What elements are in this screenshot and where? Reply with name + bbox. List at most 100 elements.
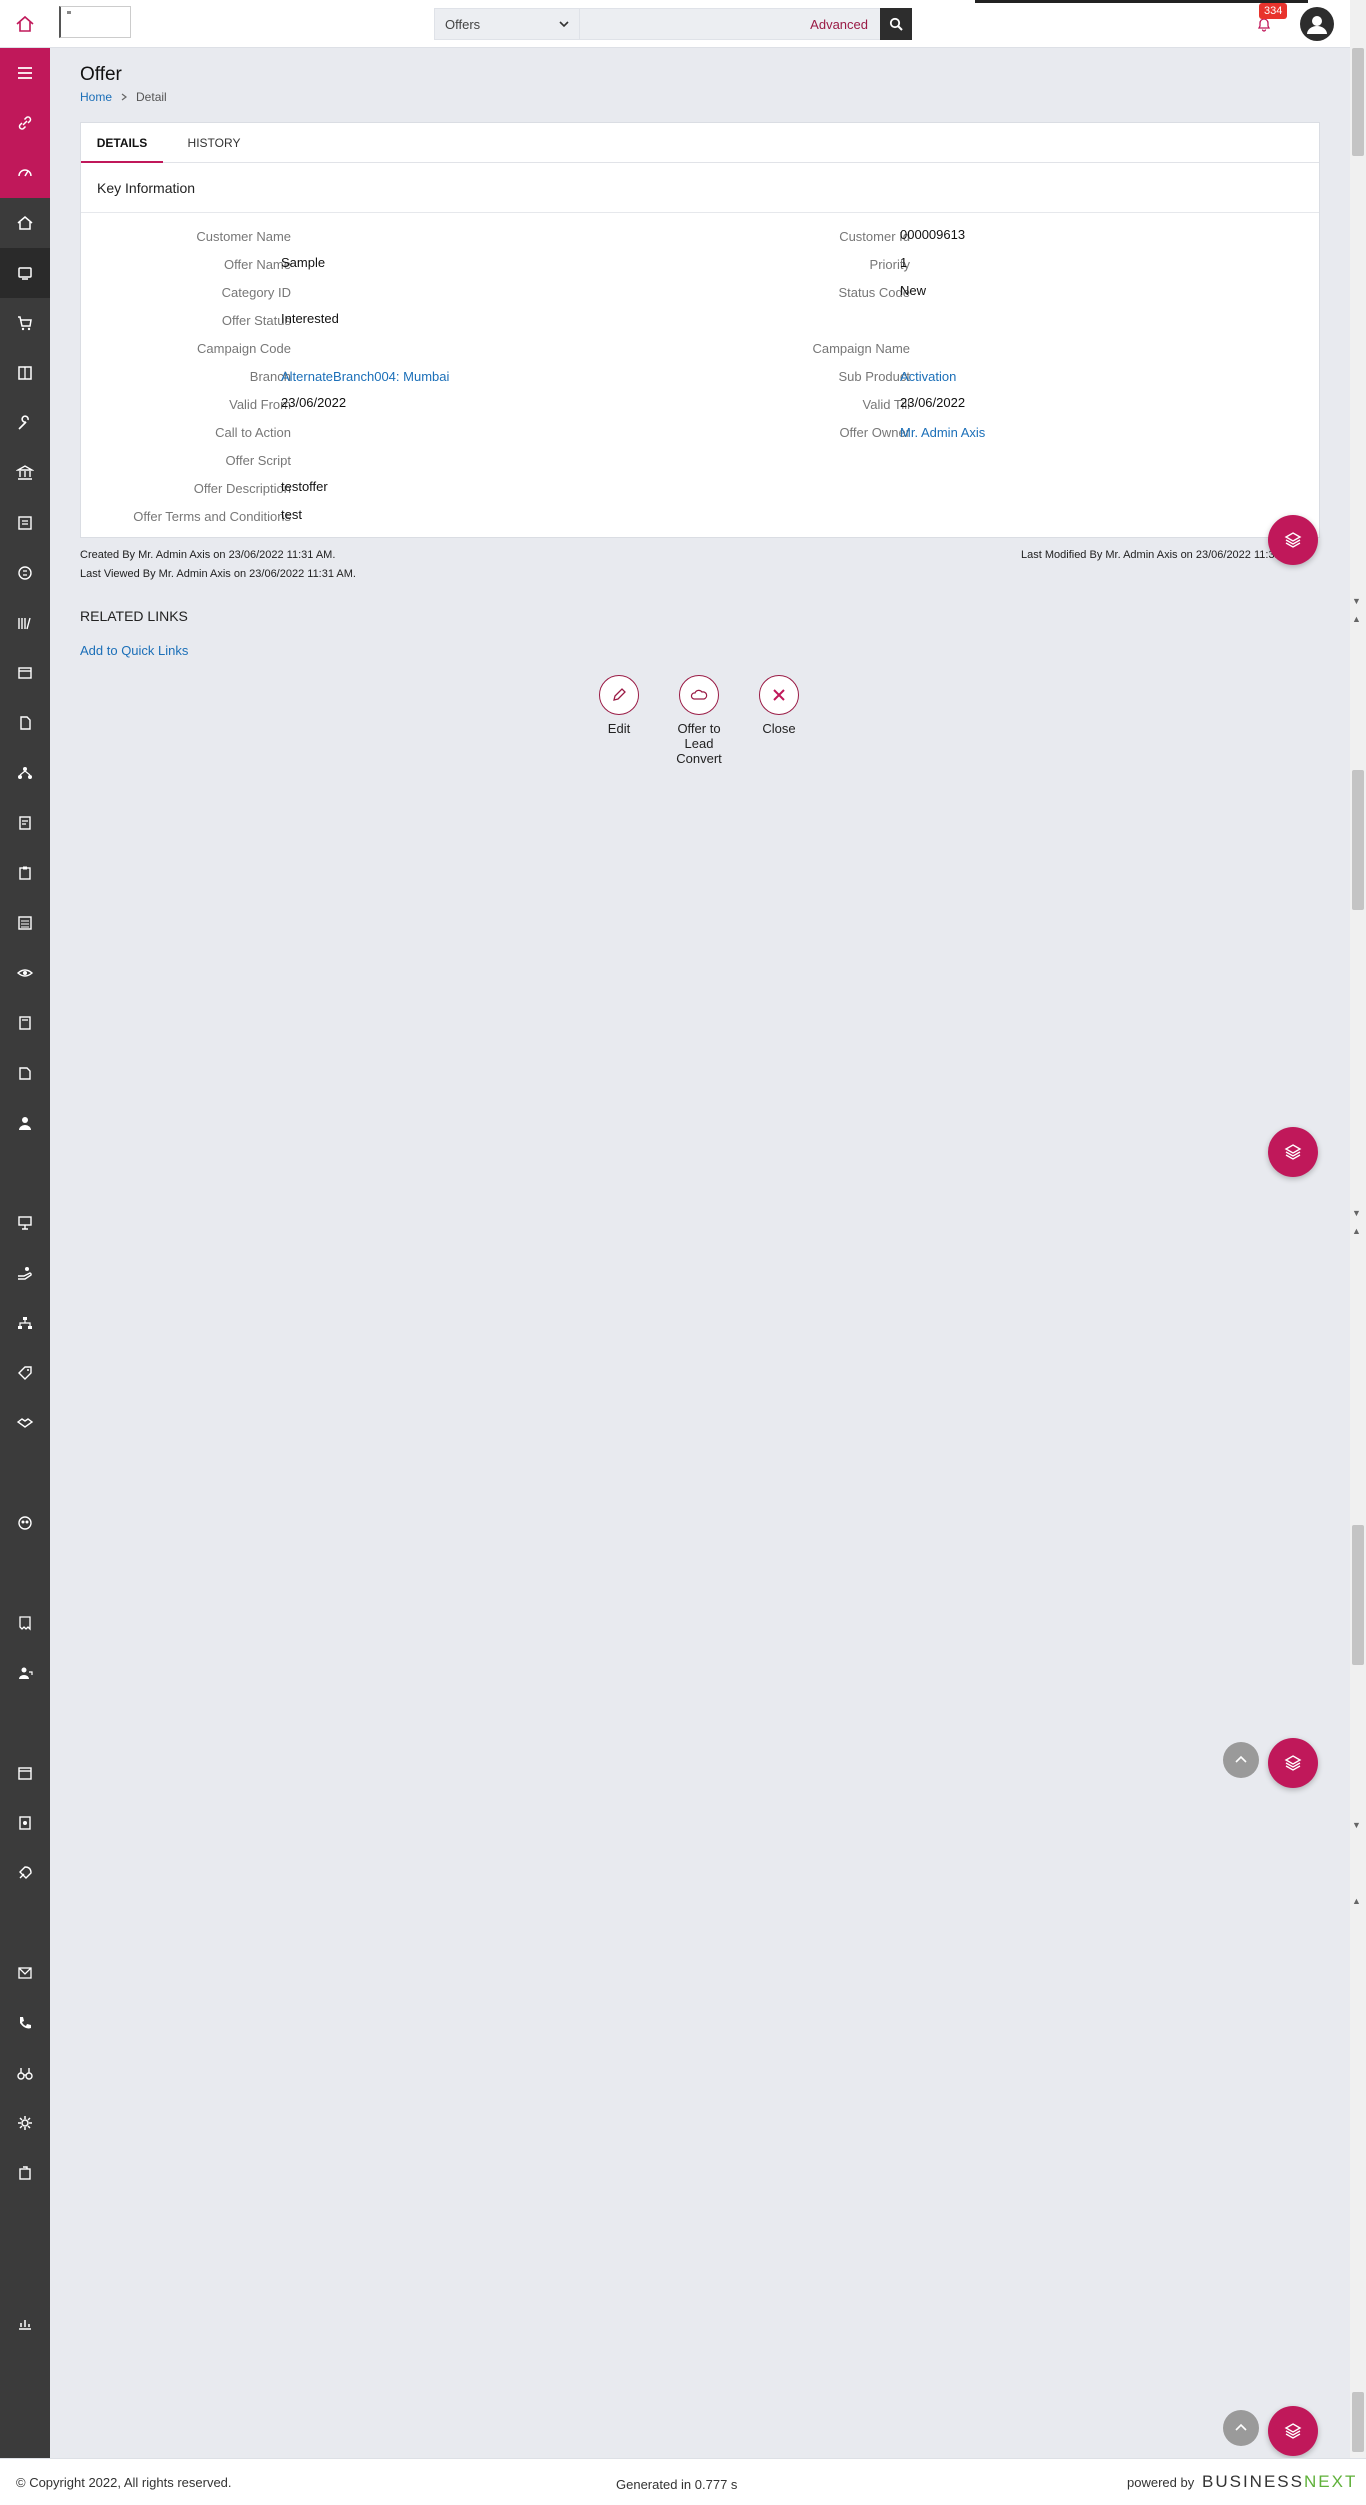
search-module-select[interactable]: Offers — [434, 8, 580, 40]
chevron-right-icon — [121, 93, 128, 101]
sidebar-item-files[interactable] — [0, 1048, 50, 1098]
scrollbar-thumb[interactable] — [1352, 48, 1364, 156]
value-priority: 1 — [900, 255, 908, 270]
value-branch-link[interactable]: AlternateBranch004: Mumbai — [281, 369, 449, 384]
floating-layers-button[interactable] — [1268, 2406, 1318, 2456]
value-offer-owner-link[interactable]: Mr. Admin Axis — [900, 425, 985, 440]
sidebar-item-invoice[interactable] — [0, 1598, 50, 1648]
scroll-up-arrow[interactable]: ▲ — [1352, 1896, 1361, 1906]
sidebar-item-home[interactable] — [0, 198, 50, 248]
scroll-down-arrow[interactable]: ▼ — [1352, 596, 1361, 606]
sidebar-item-ledger[interactable] — [0, 1798, 50, 1848]
hierarchy-icon — [18, 1317, 32, 1329]
sidebar-item-offers[interactable] — [0, 248, 50, 298]
floating-layers-button[interactable] — [1268, 1127, 1318, 1177]
sidebar-item-clipboard[interactable] — [0, 848, 50, 898]
brand-next: NEXT — [1303, 2472, 1358, 2491]
search-input[interactable] — [580, 8, 799, 40]
invoice-icon — [19, 1616, 31, 1631]
sidebar-item-team[interactable] — [0, 1498, 50, 1548]
chevron-up-icon — [1235, 2423, 1247, 2431]
sidebar-item-speed[interactable] — [0, 148, 50, 198]
scroll-up-arrow[interactable]: ▲ — [1352, 1226, 1361, 1236]
tab-details[interactable]: DETAILS — [81, 123, 163, 163]
scroll-up-arrow[interactable]: ▲ — [1352, 614, 1361, 624]
sidebar-item-library[interactable] — [0, 598, 50, 648]
sidebar-item-links[interactable] — [0, 98, 50, 148]
value-offer-name: Sample — [281, 255, 326, 270]
sidebar-item-notes[interactable] — [0, 498, 50, 548]
edit-circle[interactable] — [599, 675, 639, 715]
person-icon — [19, 1117, 31, 1130]
sidebar-item-handshake[interactable] — [0, 1398, 50, 1448]
sidebar-item-bank[interactable] — [0, 448, 50, 498]
sidebar-item-campaign[interactable] — [0, 948, 50, 998]
sidebar-item-cards[interactable] — [0, 648, 50, 698]
sidebar-item-support[interactable] — [0, 1648, 50, 1698]
tab-history[interactable]: HISTORY — [179, 123, 249, 163]
scroll-to-top-button[interactable] — [1223, 2410, 1259, 2446]
add-to-quick-links[interactable]: Add to Quick Links — [80, 643, 188, 658]
breadcrumb-home[interactable]: Home — [80, 90, 112, 104]
user-avatar[interactable] — [1300, 7, 1334, 41]
offer-to-lead-convert-button[interactable]: Offer to Lead Convert — [659, 675, 739, 766]
floating-layers-button[interactable] — [1268, 1738, 1318, 1788]
home-icon — [16, 15, 34, 32]
sidebar-item-phone[interactable] — [0, 1998, 50, 2048]
company-logo[interactable] — [59, 6, 131, 38]
sidebar-item-settings[interactable] — [0, 2098, 50, 2148]
scroll-to-top-button[interactable] — [1223, 1742, 1259, 1778]
library-icon — [18, 617, 31, 630]
chart-icon — [19, 2320, 31, 2330]
gear-icon — [18, 2116, 32, 2130]
cart-icon — [18, 316, 32, 331]
sidebar-item-admin[interactable] — [0, 2148, 50, 2198]
home-button[interactable] — [0, 0, 50, 48]
search-button[interactable] — [880, 8, 912, 40]
sidebar-item-book[interactable] — [0, 348, 50, 398]
label-offer-terms: Offer Terms and Conditions — [133, 509, 291, 524]
scroll-down-arrow[interactable]: ▼ — [1352, 1820, 1361, 1830]
close-button[interactable]: Close — [739, 675, 819, 736]
sidebar-item-tags[interactable] — [0, 1348, 50, 1398]
sidebar-item-network[interactable] — [0, 748, 50, 798]
brand-business: BUSINESS — [1202, 2472, 1304, 2491]
scrollbar-thumb[interactable] — [1352, 2392, 1364, 2452]
sidebar-item-service[interactable] — [0, 1248, 50, 1298]
sidebar-item-documents[interactable] — [0, 698, 50, 748]
menu-toggle-button[interactable] — [0, 48, 50, 98]
top-bar: Offers Advanced 334 — [0, 0, 1366, 48]
label-campaign-name: Campaign Name — [812, 341, 910, 356]
monitor-icon — [18, 267, 32, 280]
scrollbar-thumb[interactable] — [1352, 1525, 1364, 1665]
label-customer-id: Customer Id — [839, 229, 910, 244]
edit-button[interactable]: Edit — [579, 675, 659, 736]
sidebar-item-cart[interactable] — [0, 298, 50, 348]
advanced-search-link[interactable]: Advanced — [798, 8, 880, 40]
sidebar-item-presentation[interactable] — [0, 1198, 50, 1248]
sidebar-item-mail[interactable] — [0, 1948, 50, 1998]
hand-icon — [18, 1267, 32, 1280]
label-campaign-code: Campaign Code — [197, 341, 291, 356]
convert-circle[interactable] — [679, 675, 719, 715]
close-circle[interactable] — [759, 675, 799, 715]
eye-icon — [16, 969, 34, 977]
floating-layers-button[interactable] — [1268, 515, 1318, 565]
key-information-header[interactable]: Key Information — [81, 163, 1319, 213]
sidebar-item-calculator[interactable] — [0, 998, 50, 1048]
scrollbar-thumb[interactable] — [1352, 770, 1364, 910]
sidebar-item-finance[interactable] — [0, 548, 50, 598]
sidebar-item-tools[interactable] — [0, 398, 50, 448]
scroll-down-arrow[interactable]: ▼ — [1352, 1208, 1361, 1218]
sidebar-item-analytics[interactable] — [0, 2298, 50, 2348]
label-status-code: Status Code — [838, 285, 910, 300]
sidebar-item-store[interactable] — [0, 1748, 50, 1798]
sidebar-item-binoculars[interactable] — [0, 2048, 50, 2098]
sidebar-item-users[interactable] — [0, 1098, 50, 1148]
sidebar-item-reports[interactable] — [0, 798, 50, 848]
sidebar-item-list[interactable] — [0, 898, 50, 948]
value-sub-product-link[interactable]: Activation — [900, 369, 956, 384]
sidebar-item-leads[interactable] — [0, 1848, 50, 1898]
sidebar-item-hierarchy[interactable] — [0, 1298, 50, 1348]
chevron-up-icon — [1235, 1755, 1247, 1763]
